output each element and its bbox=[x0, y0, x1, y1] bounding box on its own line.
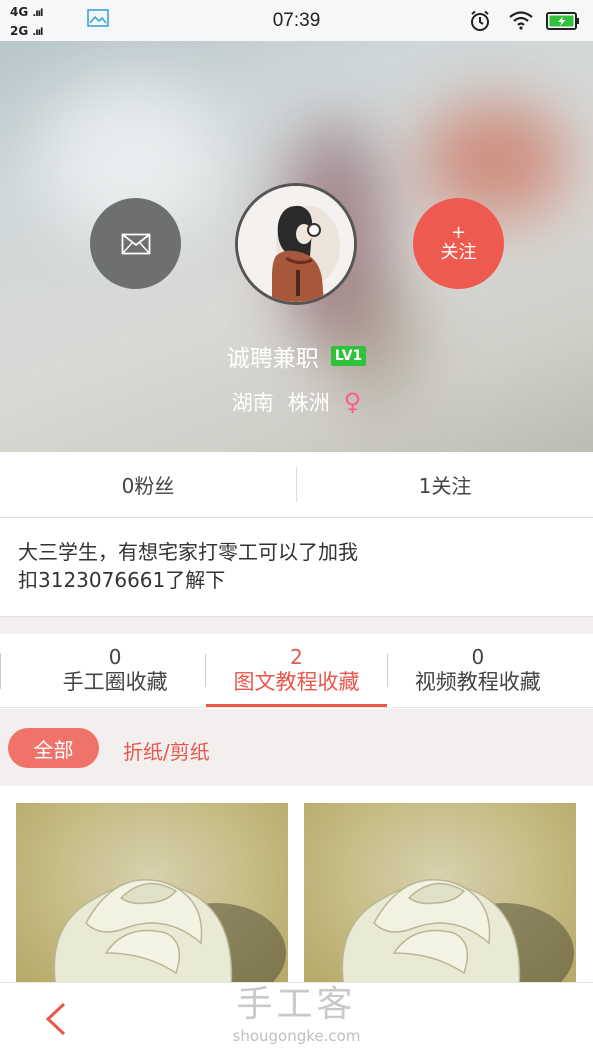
avatar-image bbox=[238, 186, 354, 302]
female-icon: ♀ bbox=[343, 388, 362, 416]
location-row: 湖南 株洲 ♀ bbox=[0, 387, 593, 417]
tab-count: 2 bbox=[290, 644, 303, 669]
alarm-icon bbox=[471, 10, 489, 31]
level-badge: LV1 bbox=[330, 346, 367, 366]
brand-name: 手工客 bbox=[236, 984, 357, 1025]
tutorial-grid bbox=[0, 786, 593, 988]
brand-url: shougongke.com bbox=[232, 1027, 361, 1045]
stats-bar: 0粉丝 1关注 bbox=[0, 452, 593, 518]
tab-video-favorites[interactable]: 0 视频教程收藏 bbox=[388, 634, 568, 707]
username: 诚聘兼职 bbox=[226, 346, 319, 372]
tutorial-card[interactable] bbox=[16, 803, 288, 988]
status-bar: 4G .ııl 2G .ııl 07:39 bbox=[0, 0, 593, 41]
wifi-icon bbox=[509, 11, 533, 30]
tutorial-card[interactable] bbox=[304, 803, 576, 988]
tab-tutorial-favorites[interactable]: 2 图文教程收藏 bbox=[206, 634, 387, 707]
fans-count[interactable]: 0粉丝 bbox=[0, 452, 296, 517]
rose-image bbox=[341, 879, 574, 988]
status-time: 07:39 bbox=[272, 10, 321, 31]
bottom-bar: 手工客 shougongke.com bbox=[0, 982, 593, 1054]
tab-label: 手工圈收藏 bbox=[62, 669, 168, 694]
follow-label: 关注 bbox=[440, 241, 477, 263]
avatar[interactable] bbox=[235, 183, 357, 305]
plus-icon: + bbox=[450, 221, 467, 243]
username-row: 诚聘兼职 LV1 bbox=[0, 339, 593, 373]
divider bbox=[0, 634, 25, 707]
tab-spacer bbox=[568, 634, 593, 707]
tab-label: 视频教程收藏 bbox=[414, 669, 541, 694]
location-city: 株洲 bbox=[287, 391, 330, 415]
tab-count: 0 bbox=[108, 644, 122, 669]
message-button[interactable] bbox=[90, 198, 181, 289]
profile-header: + 关注 诚聘兼职 LV1 湖南 株洲 ♀ bbox=[0, 41, 593, 452]
user-bio: 大三学生，有想宅家打零工可以了加我 扣3123076661了解下 bbox=[0, 518, 593, 617]
collection-tabs: 0 手工圈收藏 2 图文教程收藏 0 视频教程收藏 bbox=[0, 634, 593, 708]
battery-charging-icon bbox=[546, 12, 579, 30]
bio-line: 大三学生，有想宅家打零工可以了加我 bbox=[18, 540, 358, 564]
envelope-icon bbox=[121, 233, 150, 254]
tab-count: 0 bbox=[471, 644, 485, 669]
tab-label: 图文教程收藏 bbox=[233, 669, 360, 694]
category-filter: 全部 折纸/剪纸 bbox=[0, 709, 593, 786]
following-count[interactable]: 1关注 bbox=[297, 452, 593, 517]
rose-image bbox=[53, 879, 286, 988]
brand-watermark: 手工客 shougongke.com bbox=[0, 983, 593, 1045]
bio-line: 扣3123076661了解下 bbox=[18, 568, 226, 592]
location-province: 湖南 bbox=[231, 391, 274, 415]
filter-chip-all[interactable]: 全部 bbox=[8, 728, 99, 768]
section-gap bbox=[0, 617, 593, 634]
tab-craft-circle-favorites[interactable]: 0 手工圈收藏 bbox=[25, 634, 205, 707]
follow-button[interactable]: + 关注 bbox=[413, 198, 504, 289]
filter-chip-origami[interactable]: 折纸/剪纸 bbox=[123, 736, 210, 765]
